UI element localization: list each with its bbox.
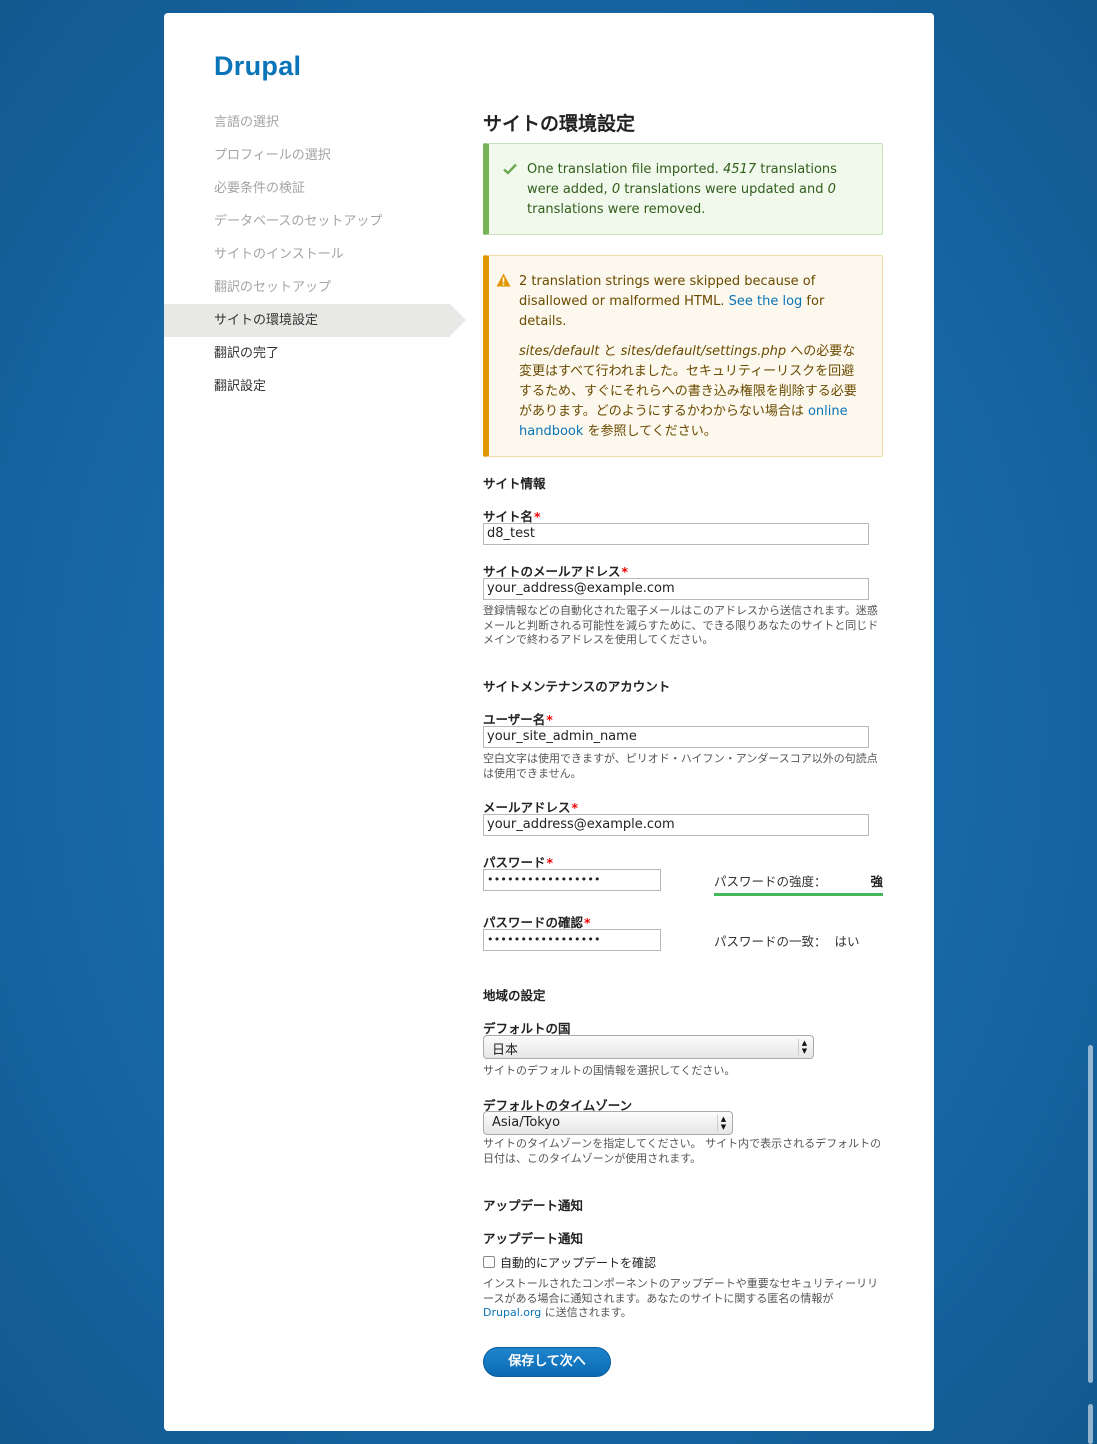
see-log-link[interactable]: See the log — [729, 294, 803, 309]
timezone-description: サイトのタイムゾーンを指定してください。 サイト内で表示されるデフォルトの日付は… — [483, 1137, 882, 1165]
checkmark-icon — [503, 162, 517, 182]
site-logo[interactable]: Drupal — [214, 51, 301, 82]
scrollbar-thumb[interactable] — [1088, 1045, 1093, 1383]
strength-bar — [714, 893, 883, 896]
status-message: One translation file imported. 4517 tran… — [483, 143, 883, 235]
drupal-org-link[interactable]: Drupal.org — [483, 1306, 541, 1319]
admin-account-heading: サイトメンテナンスのアカウント — [483, 679, 671, 694]
step-item: 必要条件の検証 — [214, 181, 306, 196]
username-input[interactable]: your_site_admin_name — [483, 726, 869, 748]
step-item: 翻訳設定 — [214, 379, 267, 394]
step-item: 言語の選択 — [214, 115, 280, 130]
step-item-active: サイトの環境設定 — [164, 304, 466, 337]
status-text: translations were updated and — [620, 182, 828, 197]
step-item: 翻訳の完了 — [214, 346, 280, 361]
settings-path: sites/default — [519, 344, 600, 359]
page-title: サイトの環境設定 — [483, 113, 636, 135]
username-description: 空白文字は使用できますが、ピリオド・ハイフン・アンダースコア以外の句読点は使用で… — [483, 752, 878, 780]
warning-text: を参照してください。 — [583, 424, 717, 439]
site-info-heading: サイト情報 — [483, 476, 546, 491]
site-mail-input[interactable]: your_address@example.com — [483, 578, 869, 600]
step-item: データベースのセットアップ — [214, 214, 383, 229]
update-heading: アップデート通知 — [483, 1198, 584, 1213]
site-mail-description: 登録情報などの自動化された電子メールはこのアドレスから送信されます。迷惑メールと… — [483, 604, 879, 646]
settings-file-path: sites/default/settings.php — [620, 344, 787, 359]
scrollbar-thumb-lower[interactable] — [1088, 1404, 1093, 1444]
update-check-label[interactable]: 自動的にアップデートを確認 — [500, 1254, 656, 1271]
select-arrows-icon: ▲ ▼ — [798, 1039, 810, 1055]
password-strength: パスワードの強度： 強 — [714, 871, 883, 897]
step-item: サイトのインストール — [214, 247, 344, 262]
password-input[interactable]: ••••••••••••••••• — [483, 869, 661, 891]
select-arrows-icon: ▲ ▼ — [717, 1115, 729, 1131]
confirm-password-input[interactable]: ••••••••••••••••• — [483, 929, 661, 951]
step-item: プロフィールの選択 — [214, 148, 331, 163]
step-item: 翻訳のセットアップ — [214, 280, 332, 295]
install-card: Drupal 言語の選択 プロフィールの選択 必要条件の検証 データベースのセッ… — [164, 13, 934, 1431]
added-count: 4517 — [723, 162, 757, 177]
save-and-continue-button[interactable]: 保存して次へ — [483, 1347, 611, 1377]
status-text: One translation file imported. — [527, 162, 724, 177]
timezone-select[interactable]: Asia/Tokyo ▲ ▼ — [483, 1111, 733, 1135]
update-check-checkbox[interactable] — [483, 1256, 495, 1268]
site-name-input[interactable]: d8_test — [483, 523, 869, 545]
warning-icon — [496, 273, 511, 294]
warning-text: と — [599, 344, 621, 359]
updated-count: 0 — [611, 182, 621, 197]
strength-value: 強 — [870, 874, 883, 889]
strength-label: パスワードの強度： — [714, 874, 827, 889]
account-mail-input[interactable]: your_address@example.com — [483, 814, 869, 836]
update-subheading: アップデート通知 — [483, 1231, 584, 1246]
install-steps: 言語の選択 プロフィールの選択 必要条件の検証 データベースのセットアップ サイ… — [164, 106, 466, 403]
removed-count: 0 — [827, 182, 836, 197]
status-text: translations were removed. — [527, 202, 706, 217]
password-match: パスワードの一致： はい — [714, 934, 860, 949]
country-description: サイトのデフォルトの国情報を選択してください。 — [483, 1064, 736, 1077]
regional-heading: 地域の設定 — [483, 988, 546, 1003]
country-select[interactable]: 日本 ▲ ▼ — [483, 1035, 814, 1059]
warning-message: 2 translation strings were skipped becau… — [483, 255, 883, 457]
update-description: インストールされたコンポーネントのアップデートや重要なセキュリティーリリースがあ… — [483, 1277, 879, 1319]
